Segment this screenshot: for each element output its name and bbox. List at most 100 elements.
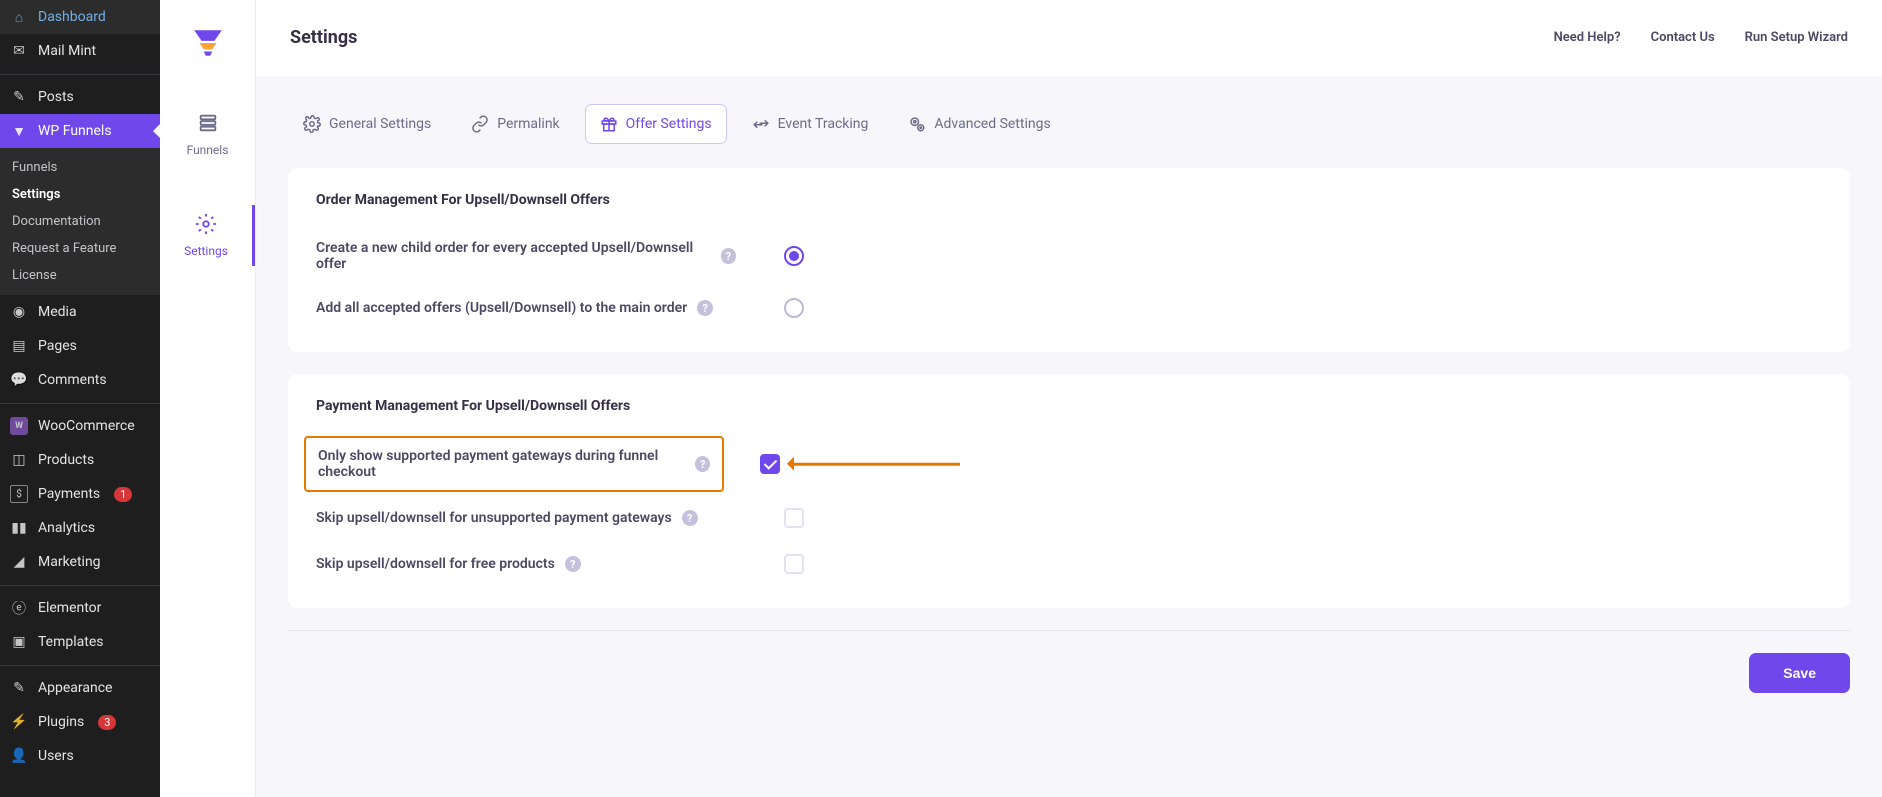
setting-control: [784, 246, 804, 266]
link-setup-wizard[interactable]: Run Setup Wizard: [1745, 30, 1848, 45]
wp-admin-sidebar: ⌂Dashboard ✉Mail Mint ✎Posts ▼WP Funnels…: [0, 0, 160, 797]
gauge-icon: ⌂: [10, 8, 28, 26]
sidebar-item-pages[interactable]: ▤Pages: [0, 329, 160, 363]
app-body: General Settings Permalink Offer Setting…: [256, 76, 1882, 797]
user-icon: 👤: [10, 747, 28, 765]
sidebar-item-wpfunnels[interactable]: ▼WP Funnels: [0, 114, 160, 148]
submenu-documentation[interactable]: Documentation: [0, 208, 160, 235]
sidebar-item-users[interactable]: 👤Users: [0, 739, 160, 773]
gear-icon: [303, 115, 321, 133]
setting-label: Create a new child order for every accep…: [316, 240, 736, 272]
tooltip-icon[interactable]: ?: [721, 248, 736, 264]
save-button[interactable]: Save: [1749, 653, 1850, 693]
save-bar: Save: [288, 630, 1850, 733]
submenu-funnels[interactable]: Funnels: [0, 154, 160, 181]
setting-control: [784, 508, 804, 528]
tooltip-icon[interactable]: ?: [565, 556, 581, 572]
plug-icon: ⚡: [10, 713, 28, 731]
submenu-request-feature[interactable]: Request a Feature: [0, 235, 160, 262]
setting-label: Add all accepted offers (Upsell/Downsell…: [316, 300, 736, 316]
stack-icon: ▣: [10, 633, 28, 651]
setting-row-supported-gateways: Only show supported payment gateways dur…: [316, 436, 1822, 492]
sidebar-item-comments[interactable]: 💬Comments: [0, 363, 160, 397]
sidebar-item-analytics[interactable]: ▮▮Analytics: [0, 511, 160, 545]
sidebar-item-products[interactable]: ◫Products: [0, 443, 160, 477]
tooltip-icon[interactable]: ?: [695, 456, 710, 472]
tooltip-icon[interactable]: ?: [697, 300, 713, 316]
card-order-management: Order Management For Upsell/Downsell Off…: [288, 168, 1850, 352]
box-icon: ◫: [10, 451, 28, 469]
page-icon: ▤: [10, 337, 28, 355]
sidebar-submenu-wpfunnels: Funnels Settings Documentation Request a…: [0, 148, 160, 295]
elementor-icon: ⓔ: [10, 599, 28, 617]
setting-label-highlighted: Only show supported payment gateways dur…: [304, 436, 724, 492]
setting-label: Skip upsell/downsell for unsupported pay…: [316, 510, 736, 526]
rail-item-funnels[interactable]: Funnels: [160, 104, 255, 165]
dollar-icon: $: [10, 485, 28, 503]
setting-label: Skip upsell/downsell for free products ?: [316, 556, 736, 572]
tooltip-icon[interactable]: ?: [682, 510, 698, 526]
app-main: Settings Need Help? Contact Us Run Setup…: [256, 0, 1882, 797]
arrows-icon: [752, 115, 770, 133]
megaphone-icon: ◢: [10, 553, 28, 571]
sidebar-item-templates[interactable]: ▣Templates: [0, 625, 160, 659]
sidebar-item-mailmint[interactable]: ✉Mail Mint: [0, 34, 160, 68]
app-topbar: Settings Need Help? Contact Us Run Setup…: [256, 0, 1882, 76]
radio-child-order[interactable]: [784, 246, 804, 266]
link-need-help[interactable]: Need Help?: [1554, 30, 1621, 45]
payments-badge: 1: [114, 487, 132, 502]
tab-event-tracking[interactable]: Event Tracking: [737, 104, 884, 144]
submenu-license[interactable]: License: [0, 262, 160, 289]
sidebar-item-media[interactable]: ◉Media: [0, 295, 160, 329]
wpfunnels-app: Funnels Settings Settings Need Help? Con…: [160, 0, 1882, 797]
sidebar-item-marketing[interactable]: ◢Marketing: [0, 545, 160, 579]
setting-control: [784, 298, 804, 318]
setting-row-skip-unsupported: Skip upsell/downsell for unsupported pay…: [316, 498, 1822, 538]
cogs-icon: [908, 115, 926, 133]
card-title: Payment Management For Upsell/Downsell O…: [316, 398, 1822, 414]
link-icon: [471, 115, 489, 133]
checkbox-skip-free[interactable]: [784, 554, 804, 574]
checkbox-skip-unsupported[interactable]: [784, 508, 804, 528]
rail-item-settings[interactable]: Settings: [160, 205, 255, 266]
pin-icon: ✎: [10, 88, 28, 106]
setting-control: [760, 454, 780, 474]
brush-icon: ✎: [10, 679, 28, 697]
annotation-arrow: [790, 463, 960, 466]
media-icon: ◉: [10, 303, 28, 321]
card-payment-management: Payment Management For Upsell/Downsell O…: [288, 374, 1850, 608]
funnel-icon: ▼: [10, 122, 28, 140]
sidebar-item-posts[interactable]: ✎Posts: [0, 80, 160, 114]
gear-icon: [195, 213, 217, 238]
tab-offer-settings[interactable]: Offer Settings: [585, 104, 727, 144]
checkbox-supported-gateways[interactable]: [760, 454, 780, 474]
setting-control: [784, 554, 804, 574]
sidebar-item-elementor[interactable]: ⓔElementor: [0, 591, 160, 625]
card-title: Order Management For Upsell/Downsell Off…: [316, 192, 1822, 208]
list-icon: [197, 112, 219, 137]
sidebar-item-plugins[interactable]: ⚡Plugins3: [0, 705, 160, 739]
tab-permalink[interactable]: Permalink: [456, 104, 574, 144]
gift-icon: [600, 115, 618, 133]
settings-tabs: General Settings Permalink Offer Setting…: [288, 104, 1850, 144]
envelope-icon: ✉: [10, 42, 28, 60]
setting-row-child-order: Create a new child order for every accep…: [316, 230, 1822, 282]
setting-row-main-order: Add all accepted offers (Upsell/Downsell…: [316, 288, 1822, 328]
sidebar-item-woocommerce[interactable]: WWooCommerce: [0, 409, 160, 443]
radio-main-order[interactable]: [784, 298, 804, 318]
bars-icon: ▮▮: [10, 519, 28, 537]
woo-icon: W: [10, 417, 28, 435]
page-title: Settings: [290, 27, 357, 48]
tab-advanced-settings[interactable]: Advanced Settings: [893, 104, 1065, 144]
app-rail: Funnels Settings: [160, 0, 256, 797]
link-contact-us[interactable]: Contact Us: [1651, 30, 1715, 45]
sidebar-item-appearance[interactable]: ✎Appearance: [0, 671, 160, 705]
topbar-links: Need Help? Contact Us Run Setup Wizard: [1554, 30, 1848, 45]
plugins-badge: 3: [98, 715, 116, 730]
chat-icon: 💬: [10, 371, 28, 389]
sidebar-item-payments[interactable]: $Payments1: [0, 477, 160, 511]
submenu-settings[interactable]: Settings: [0, 181, 160, 208]
tab-general-settings[interactable]: General Settings: [288, 104, 446, 144]
setting-row-skip-free: Skip upsell/downsell for free products ?: [316, 544, 1822, 584]
sidebar-item-dashboard[interactable]: ⌂Dashboard: [0, 0, 160, 34]
